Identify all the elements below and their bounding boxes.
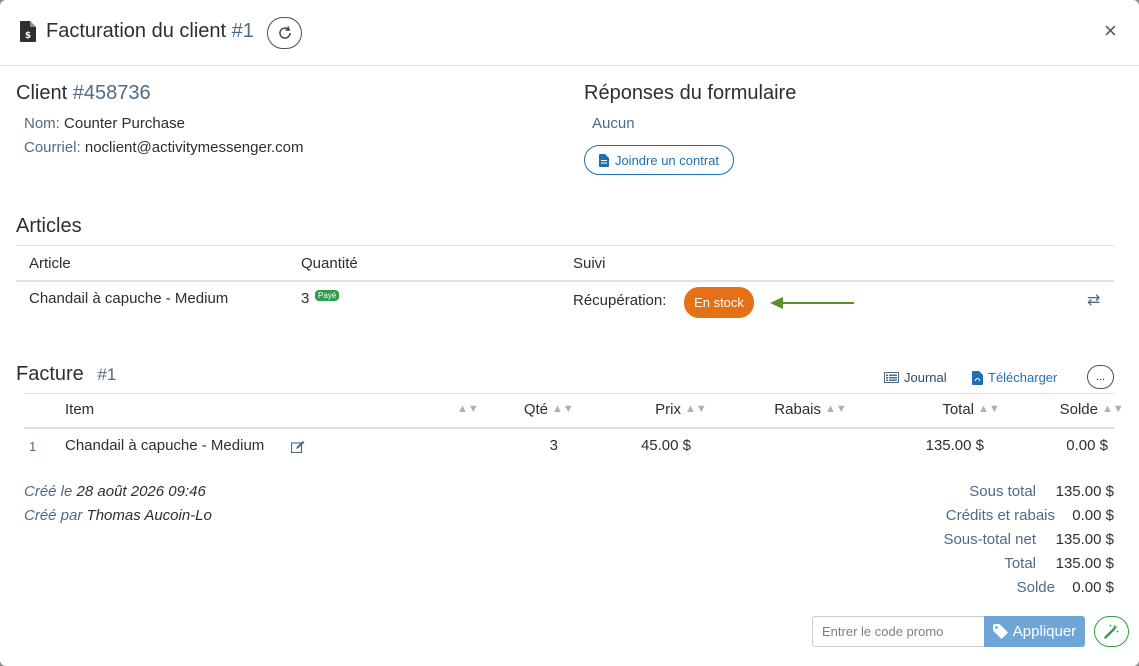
- invoice-title-text: Facture: [16, 363, 84, 385]
- refresh-icon: [278, 26, 291, 39]
- form-responses-value: Aucun: [592, 115, 635, 132]
- client-title: Client #458736: [16, 82, 151, 105]
- article-name: Chandail à capuche - Medium: [29, 290, 229, 307]
- tag-icon: [992, 624, 1008, 639]
- col-balance[interactable]: Solde: [1020, 401, 1098, 418]
- created-by: Créé par Thomas Aucoin-Lo: [24, 507, 212, 524]
- col-article: Article: [29, 255, 71, 272]
- client-email-label: Courriel:: [24, 139, 81, 156]
- promo-code-input[interactable]: [812, 616, 985, 647]
- file-icon: [598, 153, 609, 167]
- row-index: 1: [29, 439, 37, 454]
- paid-badge: Payé: [315, 290, 340, 301]
- tracking-label: Récupération:: [573, 292, 667, 309]
- subtotal-value: 135.00 $: [1055, 483, 1114, 500]
- col-discount[interactable]: Rabais: [740, 401, 821, 418]
- sort-icon[interactable]: ▲▼: [1102, 403, 1124, 415]
- modal-title-text: Facturation du client: [46, 20, 227, 42]
- status-badge[interactable]: En stock: [684, 287, 754, 318]
- articles-title: Articles: [16, 215, 82, 237]
- balance-value: 0.00 $: [1072, 579, 1114, 596]
- form-responses-title: Réponses du formulaire: [584, 82, 797, 104]
- col-qty[interactable]: Qté: [480, 401, 548, 418]
- col-quantity: Quantité: [301, 255, 358, 272]
- edit-icon[interactable]: [291, 441, 305, 453]
- divider: [16, 280, 1114, 282]
- client-email-row: Courriel: noclient@activitymessenger.com: [24, 139, 304, 156]
- invoice-number: #1: [231, 20, 254, 42]
- created-by-label: Créé par: [24, 507, 83, 524]
- article-quantity: 3: [301, 290, 310, 307]
- col-price[interactable]: Prix: [600, 401, 681, 418]
- pdf-icon: [972, 370, 983, 385]
- apply-promo-button[interactable]: Appliquer: [984, 616, 1085, 647]
- invoice-title: Facture #1: [16, 363, 116, 386]
- invoice-item-total: 135.00 $: [925, 437, 984, 454]
- created-on-value: 28 août 2026 09:46: [76, 483, 206, 500]
- created-by-value: Thomas Aucoin-Lo: [86, 507, 212, 524]
- subtotal-label: Sous total: [969, 483, 1036, 500]
- apply-promo-label: Appliquer: [1012, 623, 1077, 640]
- journal-label: Journal: [904, 370, 947, 385]
- client-name-value: Counter Purchase: [64, 115, 185, 132]
- sort-icon[interactable]: ▲▼: [685, 403, 707, 415]
- invoice-item-balance: 0.00 $: [1066, 437, 1108, 454]
- col-tracking: Suivi: [573, 255, 606, 272]
- invoice-number: #1: [97, 365, 117, 384]
- more-button[interactable]: ...: [1087, 365, 1114, 389]
- modal-title: Facturation du client #1: [46, 20, 254, 43]
- magic-wand-button[interactable]: [1094, 616, 1129, 647]
- sort-icon[interactable]: ▲▼: [978, 403, 1000, 415]
- swap-icon[interactable]: ⇄: [1087, 290, 1100, 310]
- divider: [24, 393, 1114, 394]
- balance-label: Solde: [1016, 579, 1055, 596]
- sort-icon[interactable]: ▲▼: [457, 403, 479, 415]
- client-title-text: Client: [16, 82, 68, 104]
- svg-text:$: $: [25, 31, 31, 41]
- created-on: Créé le 28 août 2026 09:46: [24, 483, 206, 500]
- arrow-left-icon: [770, 297, 854, 309]
- list-icon: [884, 372, 899, 383]
- client-name-row: Nom: Counter Purchase: [24, 115, 185, 132]
- sort-icon[interactable]: ▲▼: [552, 403, 574, 415]
- modal-header: $ Facturation du client #1 ×: [0, 0, 1139, 66]
- invoice-icon: $: [20, 21, 36, 42]
- total-label: Total: [1004, 555, 1036, 572]
- net-subtotal-label: Sous-total net: [943, 531, 1036, 548]
- refresh-button[interactable]: [267, 17, 302, 49]
- attach-contract-label: Joindre un contrat: [614, 152, 720, 168]
- invoice-item-name: Chandail à capuche - Medium: [65, 437, 265, 454]
- client-id: #458736: [72, 82, 151, 104]
- client-email-value: noclient@activitymessenger.com: [84, 139, 304, 156]
- col-total[interactable]: Total: [880, 401, 974, 418]
- total-value: 135.00 $: [1055, 555, 1114, 572]
- created-on-label: Créé le: [24, 483, 73, 500]
- net-subtotal-value: 135.00 $: [1055, 531, 1114, 548]
- download-link[interactable]: Télécharger: [972, 370, 1057, 385]
- divider: [16, 245, 1114, 246]
- magic-wand-icon: [1104, 624, 1119, 639]
- download-label: Télécharger: [988, 370, 1058, 385]
- billing-modal: $ Facturation du client #1 × Client #458…: [0, 0, 1139, 666]
- attach-contract-button[interactable]: Joindre un contrat: [584, 145, 734, 175]
- invoice-item-price: 45.00 $: [640, 437, 691, 454]
- credits-label: Crédits et rabais: [945, 507, 1055, 524]
- sort-icon[interactable]: ▲▼: [825, 403, 847, 415]
- divider: [24, 427, 1114, 429]
- col-item[interactable]: Item: [65, 401, 94, 418]
- journal-link[interactable]: Journal: [884, 370, 947, 385]
- client-name-label: Nom:: [24, 115, 60, 132]
- invoice-item-qty: 3: [549, 437, 558, 454]
- close-icon[interactable]: ×: [1104, 20, 1117, 42]
- credits-value: 0.00 $: [1072, 507, 1114, 524]
